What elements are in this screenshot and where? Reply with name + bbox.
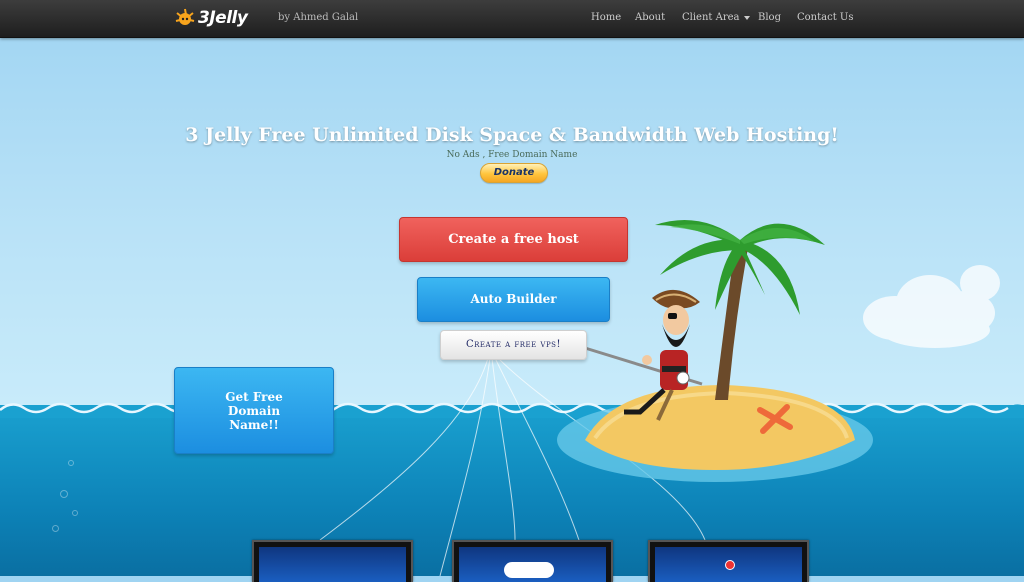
- nav-blog[interactable]: Blog: [758, 12, 781, 23]
- bubble: [68, 460, 74, 466]
- monitor-dot-icon: [725, 560, 735, 570]
- auto-builder-button[interactable]: Auto Builder: [417, 277, 610, 322]
- nav-contact[interactable]: Contact Us: [797, 12, 853, 23]
- nav-home[interactable]: Home: [591, 12, 621, 23]
- nav-about[interactable]: About: [635, 12, 665, 23]
- get-free-domain-label: Get Free Domain Name!!: [225, 389, 283, 432]
- bubble: [72, 510, 78, 516]
- page-title: 3 Jelly Free Unlimited Disk Space & Band…: [185, 124, 839, 146]
- bubble: [60, 490, 68, 498]
- nav-client-area-label: Client Area: [682, 12, 740, 23]
- create-free-vps-button[interactable]: Create a free vps!: [440, 330, 587, 360]
- get-free-domain-button[interactable]: Get Free Domain Name!!: [174, 367, 334, 454]
- donate-button[interactable]: Donate: [480, 163, 548, 183]
- nav-client-area[interactable]: Client Area: [682, 12, 750, 23]
- navbar: 3Jelly by Ahmed Galal Home About Client …: [0, 0, 1024, 38]
- caret-down-icon: [743, 15, 750, 20]
- page-subtitle: No Ads , Free Domain Name: [446, 150, 578, 160]
- main-nav: Home About Client Area Blog Contact Us: [0, 12, 1024, 28]
- create-free-host-button[interactable]: Create a free host: [399, 217, 628, 262]
- bubble: [52, 525, 59, 532]
- monitor-screen: [259, 547, 406, 582]
